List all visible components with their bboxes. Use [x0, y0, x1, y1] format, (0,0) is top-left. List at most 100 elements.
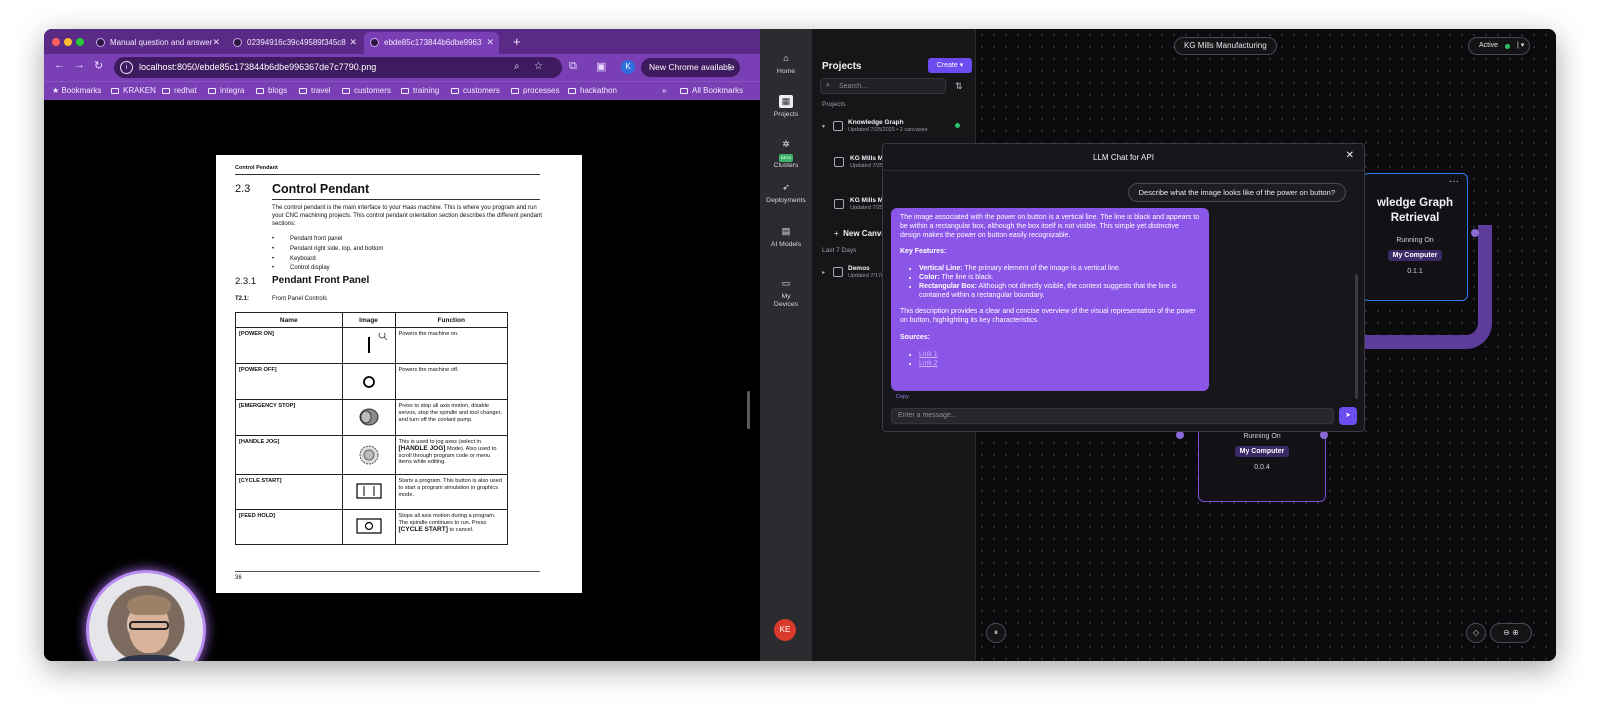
new-tab-button[interactable]: +	[513, 34, 521, 49]
control-name: [POWER OFF]	[235, 363, 343, 400]
send-button[interactable]: ➤	[1339, 407, 1357, 425]
rail-item-clusters[interactable]: ✲ BETA Clusters	[760, 140, 812, 170]
bookmark-folder-integra[interactable]: integra	[208, 86, 244, 95]
node-running-label: Running On	[1243, 433, 1281, 440]
chat-scrollbar[interactable]	[1355, 274, 1358, 399]
chevron-right-icon[interactable]: ▸	[822, 269, 825, 276]
feature-text: The primary element of the image is a ve…	[964, 265, 1121, 273]
bookmark-folder-customers[interactable]: customers	[342, 86, 391, 95]
rail-item-ai-models[interactable]: ▤ AI Models	[760, 227, 812, 249]
extensions-icon[interactable]: ⧉	[569, 60, 577, 73]
sort-icon[interactable]: ⇅	[955, 81, 963, 92]
control-name: [POWER ON]	[235, 327, 343, 364]
all-bookmarks-button[interactable]: All Bookmarks	[680, 86, 743, 95]
bookmark-star-icon[interactable]: ☆	[534, 61, 543, 72]
bookmark-label: blogs	[268, 86, 288, 95]
address-bar[interactable]: i localhost:8050/ebde85c173844b6dbe99636…	[114, 57, 562, 78]
project-name: Demos	[848, 265, 870, 272]
page-viewport[interactable]: Control Pendant 2.3 Control Pendant The …	[44, 101, 760, 661]
rail-item-projects[interactable]: ▦ Projects	[760, 95, 812, 119]
bookmark-folder-travel[interactable]: travel	[299, 86, 331, 95]
feature-label: Color:	[919, 273, 940, 281]
project-search-input[interactable]: ⌕ Search...	[820, 78, 946, 94]
section-title: Control Pendant	[272, 182, 370, 196]
section-number: 2.3	[235, 183, 251, 195]
node-port[interactable]	[1471, 229, 1479, 237]
response-intro: The image associated with the power on b…	[900, 214, 1200, 239]
browser-window: Manual question and answer ✕ 02394916c39…	[44, 29, 760, 661]
control-function: Starts a program. This button is also us…	[394, 474, 509, 510]
chrome-update-label: New Chrome available	[649, 62, 735, 72]
source-link[interactable]: Link 1	[919, 351, 938, 358]
bookmark-folder-blogs[interactable]: blogs	[256, 86, 287, 95]
canvas-title: KG Mills Manufacturing	[1174, 37, 1277, 55]
close-window-button[interactable]	[52, 38, 60, 46]
bookmark-label: integra	[220, 86, 245, 95]
node-port[interactable]	[1176, 431, 1184, 439]
create-button[interactable]: Create ▾	[928, 58, 972, 73]
emergency-stop-image	[341, 399, 396, 436]
rail-item-my-devices[interactable]: ▭ My Devices	[760, 279, 812, 309]
bookmark-folder-training[interactable]: training	[401, 86, 439, 95]
bookmark-folder-processes[interactable]: processes	[511, 86, 559, 95]
tab-close-icon[interactable]: ✕	[486, 37, 494, 48]
source-item: Link 1	[919, 351, 1200, 360]
profile-avatar[interactable]: K	[621, 60, 635, 74]
tab-manual-qa[interactable]: Manual question and answer ✕	[90, 32, 225, 54]
rail-label: Deployments	[766, 197, 806, 204]
node-port[interactable]	[1320, 431, 1328, 439]
zoom-controls[interactable]: ⊖ ⊕	[1490, 623, 1532, 643]
bookmark-label: KRAKEN	[123, 86, 156, 95]
running-header: Control Pendant	[235, 165, 278, 171]
more-menu-icon[interactable]: ⋮	[726, 58, 735, 77]
canvas-icon	[834, 157, 844, 167]
tab-image-active[interactable]: ebde85c173844b6dbe9963 ✕	[364, 32, 499, 54]
copy-button[interactable]: Copy	[896, 394, 909, 400]
rail-item-home[interactable]: ⌂ Home	[760, 54, 812, 76]
source-link[interactable]: Link 2	[919, 360, 938, 367]
zoom-in-icon[interactable]: ⊕	[1512, 628, 1519, 637]
node-bottom[interactable]: Running On My Computer 0.0.4	[1198, 424, 1326, 502]
function-text: to cancel.	[449, 526, 474, 533]
section-label-projects: Projects	[822, 101, 846, 108]
devices-icon: ▭	[781, 278, 791, 288]
tab-close-icon[interactable]: ✕	[212, 37, 220, 48]
bookmark-folder-hackathon[interactable]: hackathon	[568, 86, 617, 95]
table-row: [FEED HOLD] Stops all axis motion during…	[235, 509, 509, 545]
section-label-recent: Last 7 Days	[822, 247, 857, 254]
chrome-update-button[interactable]: New Chrome available ⋮	[641, 58, 740, 77]
close-icon[interactable]: ✕	[1346, 150, 1354, 161]
chat-message-input[interactable]: Enter a message...	[891, 408, 1334, 424]
zoom-out-icon[interactable]: ⊖	[1503, 628, 1510, 637]
bookmarks-star[interactable]: ★ Bookmarks	[52, 86, 101, 95]
back-icon[interactable]: ←	[54, 59, 65, 71]
user-avatar[interactable]: KE	[774, 619, 796, 641]
tab-image-1[interactable]: 02394916c39c49589f345c8 ✕	[227, 32, 362, 54]
chevron-down-icon[interactable]: ▾	[822, 123, 825, 130]
chevron-down-icon: | ▾	[1517, 42, 1525, 49]
bookmark-folder-redhat[interactable]: redhat	[162, 86, 197, 95]
maximize-window-button[interactable]	[76, 38, 84, 46]
bookmarks-overflow-button[interactable]: »	[662, 86, 666, 95]
node-knowledge-graph-retrieval[interactable]: ··· wledge Graph Retrieval Running On My …	[1362, 173, 1468, 301]
rail-item-deployments[interactable]: ➶ Deployments	[760, 183, 812, 205]
status-dropdown[interactable]: Active | ▾	[1468, 37, 1530, 55]
tab-close-icon[interactable]: ✕	[349, 37, 357, 48]
node-version: 0.0.4	[1254, 464, 1270, 471]
feed-hold-image	[341, 509, 396, 545]
site-info-icon[interactable]: i	[120, 61, 133, 74]
split-view-handle[interactable]	[747, 391, 750, 429]
zoom-icon[interactable]: ⌕	[514, 61, 520, 72]
forward-icon[interactable]: →	[74, 59, 85, 71]
reload-icon[interactable]: ↻	[94, 59, 103, 72]
side-panel-icon[interactable]: ▣	[596, 60, 606, 73]
fit-view-icon[interactable]: ◇	[1466, 623, 1486, 643]
minimize-window-button[interactable]	[64, 38, 72, 46]
node-computer-badge: My Computer	[1234, 446, 1290, 457]
bookmark-folder-customers-2[interactable]: customers	[451, 86, 500, 95]
bookmark-folder-kraken[interactable]: KRAKEN	[111, 86, 156, 95]
status-dot	[955, 123, 960, 128]
pause-button[interactable]: ⏸	[986, 623, 1006, 643]
node-menu-icon[interactable]: ···	[1449, 176, 1459, 187]
manual-page: Control Pendant 2.3 Control Pendant The …	[216, 155, 582, 593]
